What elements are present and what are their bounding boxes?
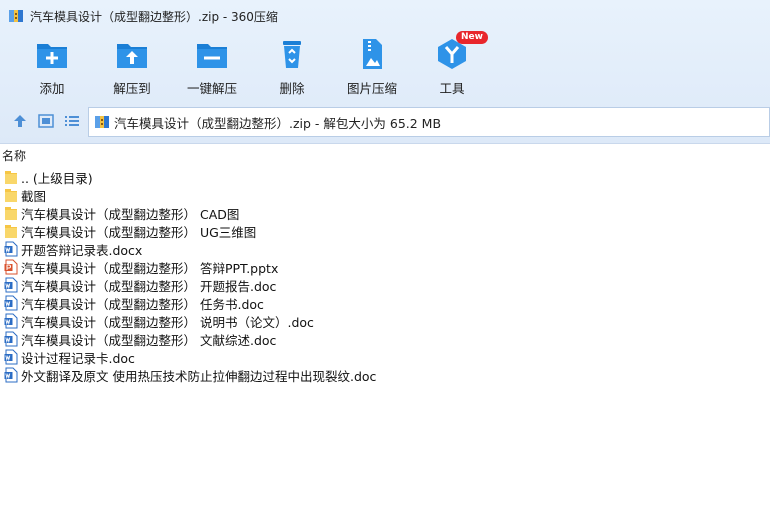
folder-icon [4, 205, 18, 221]
folder-icon [4, 223, 18, 239]
zip-archive-icon [8, 8, 24, 24]
image-compress-icon [355, 38, 389, 70]
add-label: 添加 [39, 81, 65, 96]
file-name: .. (上级目录) [21, 170, 93, 186]
folder-icon [4, 169, 18, 185]
file-name: 汽车模具设计（成型翻边整形） 文献综述.doc [21, 332, 277, 348]
file-name: 汽车模具设计（成型翻边整形） 说明书（论文）.doc [21, 314, 314, 330]
file-name: 开题答辩记录表.docx [21, 242, 143, 258]
ppt-icon [4, 259, 18, 275]
delete-label: 删除 [279, 81, 305, 96]
new-badge: New [456, 31, 488, 44]
file-name: 设计过程记录卡.doc [21, 350, 135, 366]
word-doc-icon [4, 295, 18, 311]
list-item[interactable]: .. (上级目录) [0, 168, 770, 186]
file-name: 汽车模具设计（成型翻边整形） 开题报告.doc [21, 278, 277, 294]
tools-button[interactable]: New 工具 [412, 31, 492, 100]
list-item[interactable]: 外文翻译及原文 使用热压技术防止拉伸翻边过程中出现裂纹.doc [0, 366, 770, 384]
column-header-name[interactable]: 名称 [0, 146, 770, 166]
list-item[interactable]: 汽车模具设计（成型翻边整形） 答辩PPT.pptx [0, 258, 770, 276]
image-compress-button[interactable]: 图片压缩 [332, 36, 412, 100]
word-doc-icon [4, 277, 18, 293]
list-item[interactable]: 开题答辩记录表.docx [0, 240, 770, 258]
folder-icon [4, 187, 18, 203]
extract-folder-icon [115, 38, 149, 70]
navigation-bar: 汽车模具设计（成型翻边整形）.zip - 解包大小为 65.2 MB [0, 106, 770, 138]
zip-archive-icon [94, 114, 110, 130]
list-item[interactable]: 汽车模具设计（成型翻边整形） 任务书.doc [0, 294, 770, 312]
list-item[interactable]: 设计过程记录卡.doc [0, 348, 770, 366]
title-bar: 汽车模具设计（成型翻边整形）.zip - 360压缩 [0, 0, 770, 32]
list-view-icon[interactable] [63, 112, 81, 130]
word-doc-icon [4, 331, 18, 347]
file-name: 汽车模具设计（成型翻边整形） 任务书.doc [21, 296, 264, 312]
one-click-extract-button[interactable]: 一键解压 [172, 36, 252, 100]
file-list: .. (上级目录) 截图汽车模具设计（成型翻边整形） CAD图汽车模具设计（成型翻… [0, 168, 770, 384]
one-click-extract-label: 一键解压 [186, 81, 237, 96]
extract-to-button[interactable]: 解压到 [92, 36, 172, 100]
thumbnail-view-icon[interactable] [37, 112, 55, 130]
delete-button[interactable]: 删除 [252, 36, 332, 100]
word-doc-icon [4, 241, 18, 257]
file-name: 汽车模具设计（成型翻边整形） UG三维图 [21, 224, 257, 240]
recycle-bin-icon [275, 38, 309, 70]
list-item[interactable]: 汽车模具设计（成型翻边整形） 说明书（论文）.doc [0, 312, 770, 330]
extract-to-label: 解压到 [113, 81, 151, 96]
add-icon [35, 38, 69, 70]
up-arrow-icon[interactable] [11, 112, 29, 130]
tools-label: 工具 [439, 81, 465, 96]
app-window: 汽车模具设计（成型翻边整形）.zip - 360压缩 添加 解压到 一键解压 删… [0, 0, 770, 530]
list-item[interactable]: 汽车模具设计（成型翻边整形） 开题报告.doc [0, 276, 770, 294]
top-panel: 汽车模具设计（成型翻边整形）.zip - 360压缩 添加 解压到 一键解压 删… [0, 0, 770, 144]
file-name: 汽车模具设计（成型翻边整形） CAD图 [21, 206, 240, 222]
word-doc-icon [4, 349, 18, 365]
file-name: 截图 [21, 188, 47, 204]
address-text: 汽车模具设计（成型翻边整形）.zip - 解包大小为 65.2 MB [114, 115, 442, 131]
list-item[interactable]: 汽车模具设计（成型翻边整形） CAD图 [0, 204, 770, 222]
list-item[interactable]: 汽车模具设计（成型翻边整形） UG三维图 [0, 222, 770, 240]
word-doc-icon [4, 367, 18, 383]
file-name: 外文翻译及原文 使用热压技术防止拉伸翻边过程中出现裂纹.doc [21, 368, 377, 384]
image-compress-label: 图片压缩 [346, 81, 397, 96]
file-name: 汽车模具设计（成型翻边整形） 答辩PPT.pptx [21, 260, 279, 276]
window-title: 汽车模具设计（成型翻边整形）.zip - 360压缩 [30, 9, 278, 24]
address-bar[interactable]: 汽车模具设计（成型翻边整形）.zip - 解包大小为 65.2 MB [88, 107, 770, 137]
word-doc-icon [4, 313, 18, 329]
one-click-extract-icon [195, 38, 229, 70]
list-item[interactable]: 汽车模具设计（成型翻边整形） 文献综述.doc [0, 330, 770, 348]
add-button[interactable]: 添加 [12, 36, 92, 100]
list-item[interactable]: 截图 [0, 186, 770, 204]
